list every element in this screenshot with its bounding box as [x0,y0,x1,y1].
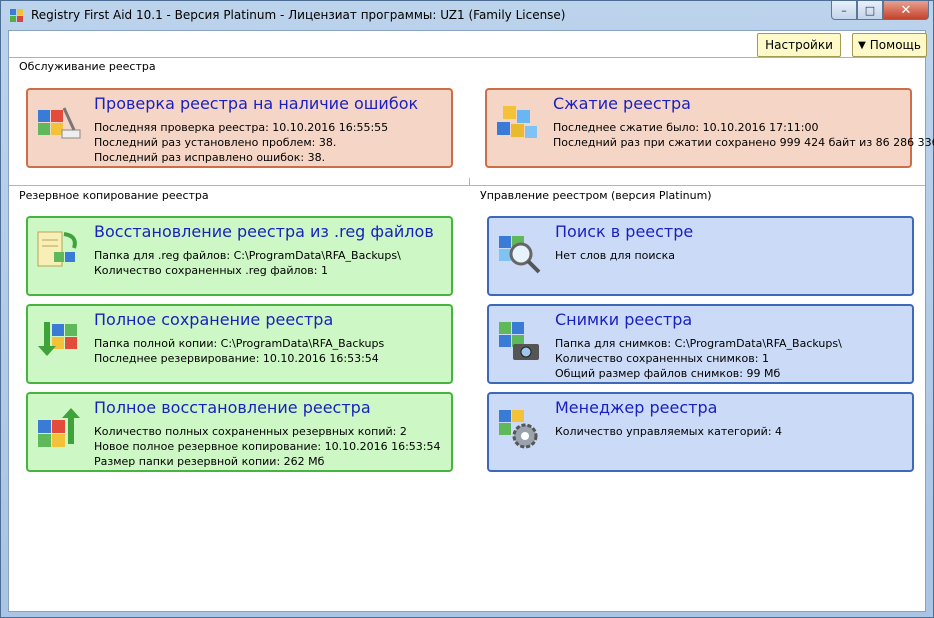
card-full-restore[interactable]: Полное восстановление реестра Количество… [26,392,453,472]
separator-top [9,57,925,58]
card-title: Менеджер реестра [555,398,718,417]
card-title: Поиск в реестре [555,222,694,241]
card-info-line: Папка полной копии: C:\ProgramData\RFA_B… [94,337,385,350]
section-backup: Резервное копирование реестра [19,189,209,202]
registry-scan-icon [38,107,81,139]
dropdown-arrow-icon: ▼ [858,39,866,51]
card-registry-manager[interactable]: Менеджер реестра Количество управляемых … [487,392,914,472]
minimize-button[interactable]: – [831,1,857,20]
card-info-line: Последнее резервирование: 10.10.2016 16:… [94,352,379,365]
registry-backup-icon [38,322,77,356]
card-title: Сжатие реестра [553,94,691,113]
maximize-button[interactable]: □ [857,1,883,20]
card-info-line: Последняя проверка реестра: 10.10.2016 1… [94,121,389,134]
card-info-line: Папка для .reg файлов: C:\ProgramData\RF… [94,249,401,262]
card-info-line: Общий размер файлов снимков: 99 Мб [555,367,781,380]
card-info-line: Количество сохраненных снимков: 1 [555,352,769,365]
card-registry-compress[interactable]: Сжатие реестра Последнее сжатие было: 10… [485,88,934,168]
card-info-line: Количество сохраненных .reg файлов: 1 [94,264,328,277]
card-info-line: Нет слов для поиска [555,249,675,262]
registry-snapshot-icon [499,322,539,360]
card-registry-search[interactable]: Поиск в реестре Нет слов для поиска [487,216,914,296]
card-title: Проверка реестра на наличие ошибок [94,94,419,113]
card-registry-check[interactable]: Проверка реестра на наличие ошибок После… [26,88,453,168]
main-panel: Настройки ▼ Помощь Обслуживание реестра … [8,30,934,612]
card-registry-snapshots[interactable]: Снимки реестра Папка для снимков: C:\Pro… [487,304,914,384]
card-title: Снимки реестра [555,310,693,329]
card-title: Полное восстановление реестра [94,398,371,417]
card-info-line: Новое полное резервное копирование: 10.1… [94,440,441,453]
reg-file-restore-icon [37,231,77,267]
help-button[interactable]: ▼ Помощь [852,33,927,57]
card-info-line: Последний раз при сжатии сохранено 999 4… [553,136,934,149]
registry-restore-icon [38,408,80,447]
help-label: Помощь [869,38,921,52]
settings-button[interactable]: Настройки [757,33,841,57]
separator-vertical [469,178,470,186]
section-maintenance: Обслуживание реестра [19,60,156,73]
card-info-line: Последний раз установлено проблем: 38. [94,136,337,149]
window-controls: – □ ✕ [831,1,929,21]
registry-search-icon [499,236,541,274]
registry-manager-icon [499,410,538,449]
card-info-line: Количество полных сохраненных резервных … [94,425,407,438]
registry-compress-icon [497,106,537,138]
section-management: Управление реестром (версия Platinum) [480,189,712,202]
card-info-line: Последний раз исправлено ошибок: 38. [94,151,326,164]
registry-app-icon [10,9,23,22]
app-window: Registry First Aid 10.1 - Версия Platinu… [0,0,934,618]
window-title: Registry First Aid 10.1 - Версия Platinu… [31,8,566,22]
card-title: Полное сохранение реестра [94,310,334,329]
card-info-line: Размер папки резервной копии: 262 Мб [94,455,325,468]
card-info-line: Количество управляемых категорий: 4 [555,425,783,438]
card-full-backup[interactable]: Полное сохранение реестра Папка полной к… [26,304,453,384]
card-restore-reg-files[interactable]: Восстановление реестра из .reg файлов Па… [26,216,453,296]
card-title: Восстановление реестра из .reg файлов [94,222,434,241]
separator-middle [9,185,925,186]
close-button[interactable]: ✕ [883,1,929,20]
card-info-line: Папка для снимков: C:\ProgramData\RFA_Ba… [555,337,842,350]
card-info-line: Последнее сжатие было: 10.10.2016 17:11:… [553,121,819,134]
title-bar[interactable]: Registry First Aid 10.1 - Версия Platinu… [1,1,933,29]
